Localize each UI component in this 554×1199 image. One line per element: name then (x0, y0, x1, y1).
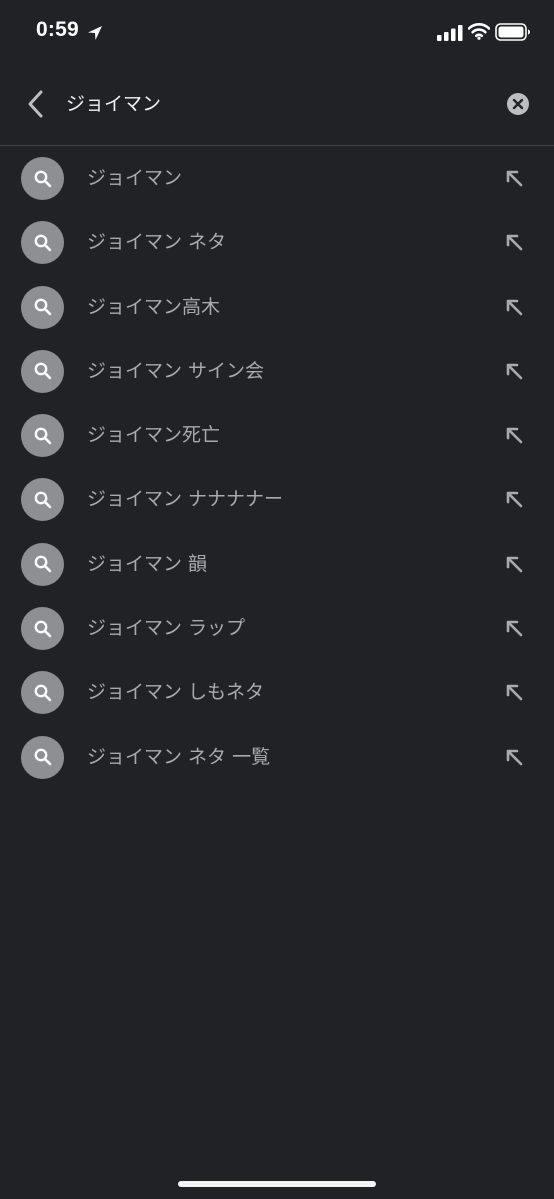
home-indicator[interactable] (178, 1181, 376, 1187)
arrow-up-left-icon (506, 685, 523, 701)
suggestion-search-circle (21, 478, 64, 522)
fill-query-button[interactable] (500, 678, 528, 706)
search-icon (34, 427, 51, 444)
suggestion-search-circle (21, 285, 64, 329)
wifi-icon (468, 23, 490, 40)
suggestion-label: ジョイマン しもネタ (87, 681, 265, 704)
suggestion-label: ジョイマン 韻 (87, 552, 208, 575)
clear-search-button[interactable] (506, 92, 530, 116)
search-icon (34, 555, 51, 573)
fill-query-button[interactable] (500, 357, 528, 385)
arrow-up-left-icon (506, 170, 523, 187)
search-icon (34, 684, 51, 702)
suggestion-label: ジョイマン (87, 167, 183, 189)
fill-query-button[interactable] (500, 293, 528, 321)
fill-query-button[interactable] (500, 485, 528, 513)
search-icon (34, 748, 51, 766)
suggestion-search-circle (21, 221, 64, 265)
suggestion-label: ジョイマン ラップ (87, 617, 246, 640)
status-time: 0:59 (36, 18, 79, 41)
location-arrow-icon (88, 26, 102, 40)
arrow-up-left-icon (506, 492, 523, 508)
suggestion-search-circle (21, 671, 64, 715)
suggestion-row[interactable]: ジョイマン死亡 (0, 403, 554, 467)
suggestion-search-circle (21, 414, 64, 458)
suggestion-search-circle (21, 157, 64, 200)
suggestion-label: ジョイマン死亡 (87, 424, 221, 447)
suggestion-list: ジョイマン ジョイマン ネタ ジョイマン高木 ジョイマン サイン会 ジョイマン死… (0, 146, 554, 789)
search-header: ジョイマン (0, 66, 554, 146)
search-icon (34, 491, 51, 509)
fill-query-button[interactable] (500, 743, 528, 771)
fill-query-button[interactable] (500, 550, 528, 578)
suggestion-label: ジョイマン ネタ 一覧 (87, 745, 271, 768)
suggestion-row[interactable]: ジョイマン しもネタ (0, 660, 554, 724)
arrow-up-left-icon (506, 427, 523, 444)
suggestion-row[interactable]: ジョイマン サイン会 (0, 339, 554, 403)
suggestion-search-circle (21, 735, 64, 779)
suggestion-row[interactable]: ジョイマン ネタ (0, 210, 554, 274)
search-icon (34, 362, 51, 380)
arrow-up-left-icon (506, 556, 523, 573)
search-icon (34, 234, 51, 252)
suggestion-search-circle (21, 542, 64, 586)
suggestion-row[interactable]: ジョイマン 韻 (0, 532, 554, 596)
suggestion-label: ジョイマン サイン会 (87, 359, 265, 382)
suggestion-row[interactable]: ジョイマン ナナナナー (0, 467, 554, 531)
suggestion-search-circle (21, 349, 64, 393)
arrow-up-left-icon (506, 299, 523, 315)
search-icon (34, 170, 51, 187)
fill-query-button[interactable] (500, 614, 528, 642)
chevron-left-icon (28, 90, 43, 118)
arrow-up-left-icon (506, 234, 523, 251)
suggestion-row[interactable]: ジョイマン (0, 146, 554, 210)
search-input[interactable]: ジョイマン (66, 90, 161, 118)
suggestion-row[interactable]: ジョイマン ラップ (0, 596, 554, 660)
suggestion-row[interactable]: ジョイマン ネタ 一覧 (0, 725, 554, 789)
fill-query-button[interactable] (500, 421, 528, 449)
arrow-up-left-icon (506, 620, 523, 637)
clear-circle-x-icon (507, 93, 529, 115)
fill-query-button[interactable] (500, 228, 528, 256)
back-button[interactable] (18, 86, 54, 122)
arrow-up-left-icon (506, 749, 523, 765)
suggestion-label: ジョイマン ナナナナー (87, 488, 284, 511)
battery-icon (495, 23, 530, 41)
suggestion-row[interactable]: ジョイマン高木 (0, 275, 554, 339)
search-icon (34, 298, 51, 316)
suggestion-label: ジョイマン ネタ (87, 231, 227, 254)
fill-query-button[interactable] (500, 164, 528, 192)
search-icon (34, 620, 51, 637)
suggestion-search-circle (21, 607, 64, 651)
suggestion-label: ジョイマン高木 (87, 295, 221, 318)
arrow-up-left-icon (506, 363, 523, 380)
status-bar: 0:59 (0, 0, 554, 66)
cellular-signal-icon (437, 25, 463, 41)
